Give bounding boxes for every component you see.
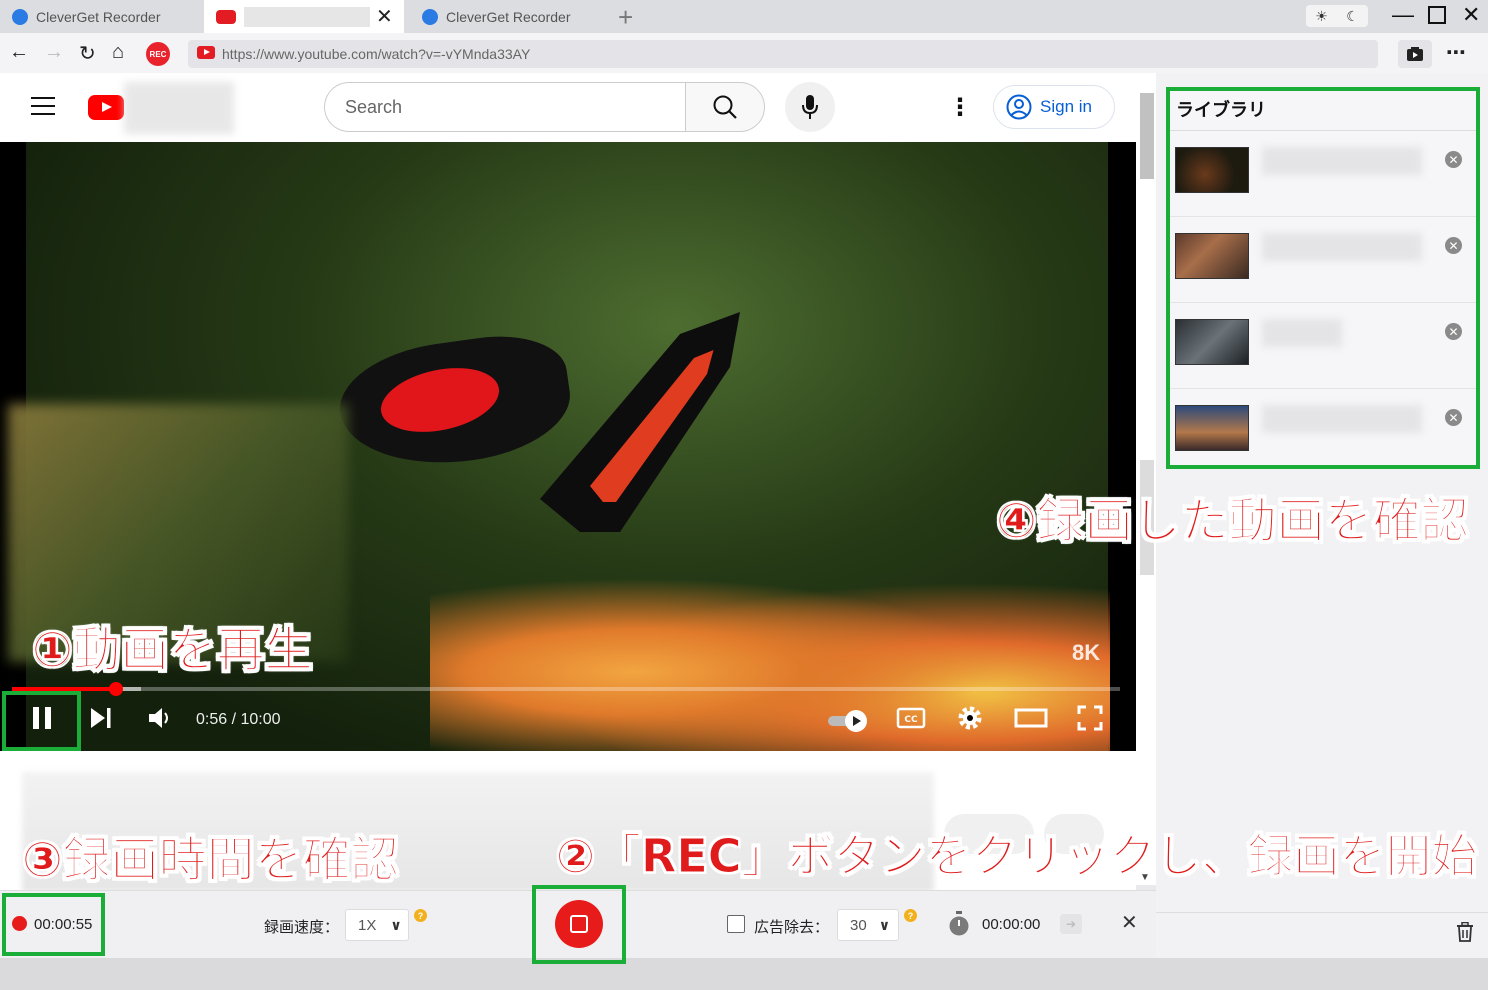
- ad-removal-checkbox[interactable]: [727, 915, 745, 933]
- divider: [1156, 912, 1488, 913]
- sign-in-button[interactable]: Sign in: [993, 85, 1115, 129]
- quality-badge: 8K: [1072, 640, 1101, 665]
- url-field[interactable]: https://www.youtube.com/watch?v=-vYMnda3…: [188, 40, 1378, 68]
- menu-icon[interactable]: [31, 97, 55, 115]
- next-icon[interactable]: [88, 704, 114, 732]
- annotation-step4: ④録画した動画を確認: [996, 493, 1470, 550]
- tab-close-icon[interactable]: ✕: [376, 4, 393, 29]
- home-icon[interactable]: ⌂: [112, 41, 124, 64]
- youtube-logo[interactable]: [88, 95, 124, 120]
- tab-cleverget-2[interactable]: CleverGet Recorder: [410, 0, 610, 33]
- highlight-recording-time: [2, 893, 105, 956]
- voice-search-button[interactable]: [785, 82, 835, 132]
- chevron-down-icon: ∨: [390, 916, 402, 933]
- youtube-icon: [216, 9, 236, 24]
- tab-title: CleverGet Recorder: [446, 8, 571, 25]
- account-icon: [1006, 94, 1032, 120]
- sun-icon[interactable]: ☀: [1315, 8, 1328, 25]
- svg-text:CC: CC: [904, 715, 918, 725]
- settings-kebab-icon[interactable]: ⋮: [948, 93, 972, 122]
- library-icon[interactable]: [1398, 40, 1432, 68]
- timer-icon[interactable]: [948, 911, 970, 937]
- search-button[interactable]: [685, 82, 765, 132]
- settings-gear-icon[interactable]: [956, 704, 984, 732]
- tab-cleverget-1[interactable]: CleverGet Recorder: [0, 0, 200, 33]
- tab-title: CleverGet Recorder: [36, 8, 161, 25]
- flowers-image: [430, 552, 1110, 751]
- chevron-down-icon: ∨: [878, 916, 891, 933]
- progress-track[interactable]: [12, 687, 1120, 691]
- speed-label: 録画速度：: [264, 919, 340, 936]
- tab-youtube[interactable]: ✕: [204, 0, 404, 33]
- youtube-wordmark-blurred: [124, 82, 234, 134]
- youtube-favicon: [197, 46, 215, 59]
- sign-in-label: Sign in: [1040, 97, 1092, 116]
- ad-removal-label: 広告除去：: [754, 919, 830, 936]
- apply-timer-icon[interactable]: ➔: [1060, 914, 1082, 934]
- speed-value: 1X: [358, 916, 377, 934]
- rec-icon[interactable]: REC: [146, 42, 170, 66]
- back-icon[interactable]: ←: [9, 41, 29, 64]
- help-icon[interactable]: ?: [904, 909, 917, 922]
- speed-select[interactable]: 1X ∨: [345, 909, 409, 941]
- status-bar: [0, 958, 1488, 990]
- cleverget-icon: [12, 8, 28, 25]
- microphone-icon: [802, 95, 818, 119]
- annotation-step1: ①動画を再生: [32, 622, 314, 679]
- highlight-rec-button: [532, 885, 626, 964]
- search-input[interactable]: Search: [324, 82, 686, 132]
- search-icon: [713, 95, 737, 119]
- new-tab-icon[interactable]: +: [618, 2, 633, 33]
- ad-removal-select[interactable]: 30 ∨: [837, 909, 899, 941]
- theater-mode-icon[interactable]: [1014, 704, 1048, 732]
- forward-icon[interactable]: →: [44, 41, 64, 64]
- autoplay-toggle-icon[interactable]: [826, 706, 870, 736]
- close-window-icon[interactable]: ✕: [1462, 2, 1480, 28]
- highlight-library: [1166, 87, 1480, 469]
- time-display: 0:56 / 10:00: [196, 711, 281, 728]
- volume-icon[interactable]: [146, 704, 174, 732]
- minimize-icon[interactable]: —: [1392, 2, 1414, 28]
- maximize-icon[interactable]: [1428, 6, 1446, 24]
- fullscreen-icon[interactable]: [1076, 704, 1104, 732]
- annotation-step3: ③録画時間を確認: [22, 832, 400, 889]
- highlight-pause-button: [2, 691, 81, 751]
- annotation-step2: ②「REC」ボタンをクリックし、録画を開始: [556, 829, 1479, 884]
- tab-title-blurred: [244, 6, 370, 27]
- cleverget-icon: [422, 8, 438, 25]
- moon-icon[interactable]: ☾: [1346, 8, 1359, 25]
- help-icon[interactable]: ?: [414, 909, 427, 922]
- trash-icon[interactable]: [1456, 922, 1474, 942]
- close-recorder-icon[interactable]: ✕: [1121, 910, 1138, 935]
- theme-toggle[interactable]: ☀ ☾: [1306, 5, 1368, 27]
- scrollbar-thumb[interactable]: [1140, 93, 1154, 179]
- captions-icon[interactable]: CC: [896, 704, 926, 732]
- ad-removal-value: 30: [850, 916, 867, 934]
- reload-icon[interactable]: ↻: [79, 41, 96, 66]
- timer-value: 00:00:00: [982, 916, 1041, 933]
- more-options-icon[interactable]: ⋯: [1446, 40, 1466, 65]
